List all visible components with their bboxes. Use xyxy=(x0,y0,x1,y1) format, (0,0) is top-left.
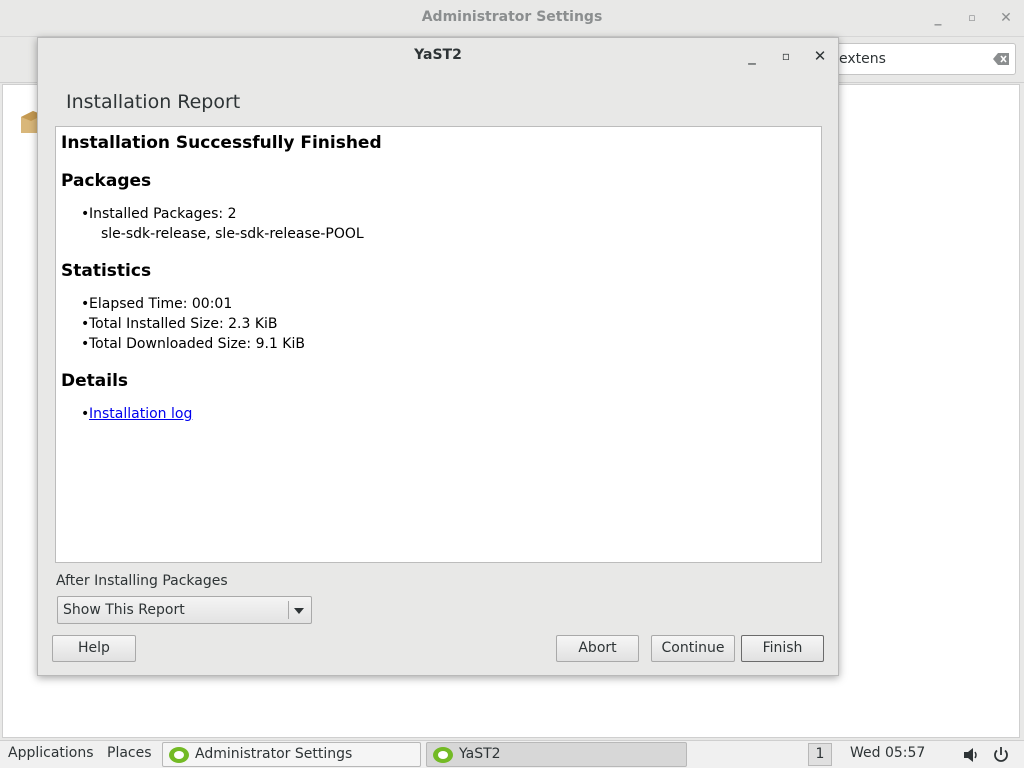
task-administrator-settings[interactable]: Administrator Settings xyxy=(162,742,421,767)
close-icon[interactable]: ✕ xyxy=(812,46,828,66)
minimize-icon[interactable]: _ xyxy=(744,46,760,66)
installation-log-link[interactable]: Installation log xyxy=(89,406,192,422)
list-item: • Installed Packages: 2 xyxy=(81,206,237,222)
installation-report: Installation Successfully Finished Packa… xyxy=(55,126,822,563)
volume-icon[interactable] xyxy=(962,746,980,764)
list-item: • Total Installed Size: 2.3 KiB xyxy=(81,316,278,332)
task-label: YaST2 xyxy=(459,746,501,762)
places-menu[interactable]: Places xyxy=(107,745,152,761)
applications-menu[interactable]: Applications xyxy=(8,745,94,761)
section-heading-packages: Packages xyxy=(61,171,152,191)
task-yast2[interactable]: YaST2 xyxy=(426,742,687,767)
yast2-dialog: YaST2 _ ▫ ✕ Installation Report Installa… xyxy=(37,37,839,676)
page-title: Installation Report xyxy=(66,91,241,113)
list-item: • Total Downloaded Size: 9.1 KiB xyxy=(81,336,305,352)
help-button[interactable]: Help xyxy=(52,635,136,662)
minimize-icon[interactable]: _ xyxy=(930,8,946,28)
after-installing-select[interactable]: Show This Report xyxy=(57,596,312,624)
list-item-text: Total Installed Size: 2.3 KiB xyxy=(89,316,278,332)
bullet-icon: • xyxy=(81,316,90,332)
section-heading-details: Details xyxy=(61,371,129,391)
dialog-title: YaST2 xyxy=(414,47,462,63)
maximize-icon[interactable]: ▫ xyxy=(778,46,794,66)
dialog-window-controls: _ ▫ ✕ xyxy=(744,46,828,66)
combo-separator xyxy=(288,601,289,619)
yast-icon xyxy=(169,747,189,763)
close-icon[interactable]: ✕ xyxy=(998,8,1014,28)
yast-icon xyxy=(433,747,453,763)
maximize-icon[interactable]: ▫ xyxy=(964,8,980,28)
background-titlebar: Administrator Settings _ ▫ ✕ xyxy=(0,0,1024,37)
bullet-icon: • xyxy=(81,206,90,222)
workspace-switcher[interactable]: 1 xyxy=(808,743,832,766)
finish-button[interactable]: Finish xyxy=(741,635,824,662)
chevron-down-icon xyxy=(294,608,304,614)
background-window-title: Administrator Settings xyxy=(421,9,603,25)
section-heading-statistics: Statistics xyxy=(61,261,152,281)
list-item-text: Installed Packages: 2 xyxy=(89,206,237,222)
taskbar: Applications Places Administrator Settin… xyxy=(0,740,1024,768)
power-icon[interactable] xyxy=(992,746,1010,764)
list-item-text: Elapsed Time: 00:01 xyxy=(89,296,233,312)
abort-button[interactable]: Abort xyxy=(556,635,639,662)
dialog-titlebar[interactable]: YaST2 _ ▫ ✕ xyxy=(38,38,838,75)
search-input[interactable]: extens xyxy=(818,43,1016,75)
clear-search-icon[interactable] xyxy=(993,53,1009,65)
package-names: sle-sdk-release, sle-sdk-release-POOL xyxy=(101,226,364,242)
report-title: Installation Successfully Finished xyxy=(61,133,382,153)
bullet-icon: • xyxy=(81,336,90,352)
after-installing-select-value: Show This Report xyxy=(63,602,185,618)
task-label: Administrator Settings xyxy=(195,746,353,762)
continue-button[interactable]: Continue xyxy=(651,635,735,662)
bullet-icon: • xyxy=(81,296,90,312)
clock[interactable]: Wed 05:57 xyxy=(850,745,925,761)
after-installing-label: After Installing Packages xyxy=(56,573,228,589)
search-input-value: extens xyxy=(839,51,886,67)
bullet-icon: • xyxy=(81,406,90,422)
list-item-text: Total Downloaded Size: 9.1 KiB xyxy=(89,336,305,352)
background-window-controls: _ ▫ ✕ xyxy=(930,8,1014,28)
list-item: • Installation log xyxy=(81,406,192,422)
list-item: • Elapsed Time: 00:01 xyxy=(81,296,233,312)
